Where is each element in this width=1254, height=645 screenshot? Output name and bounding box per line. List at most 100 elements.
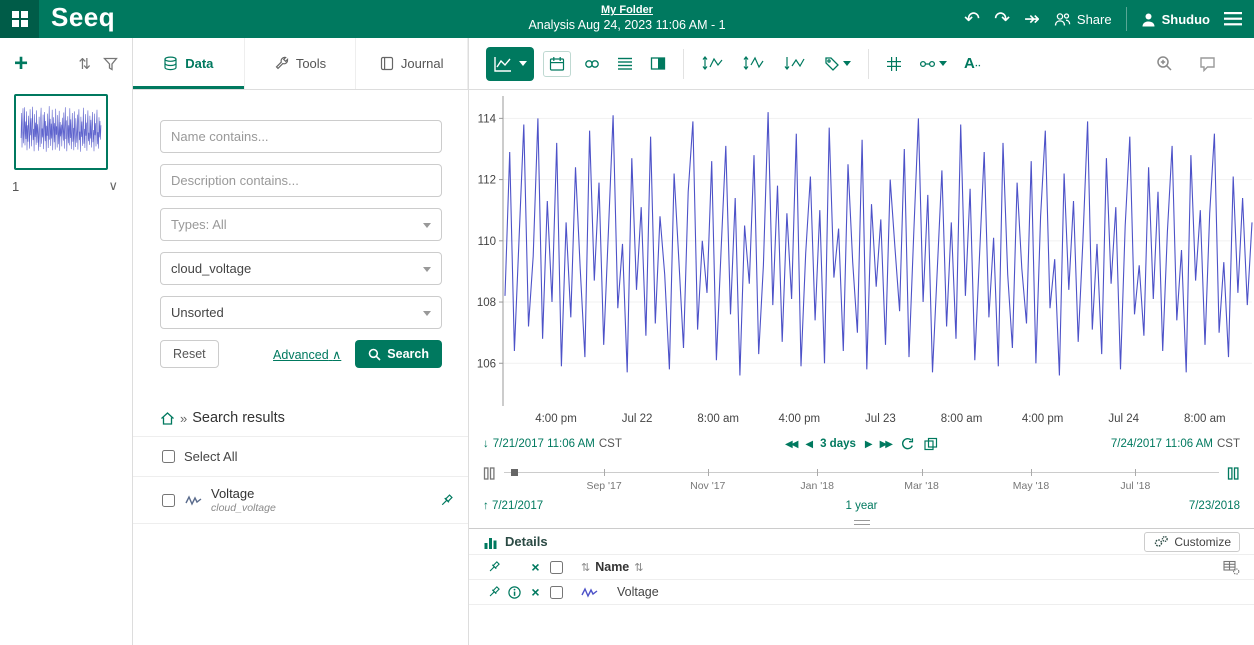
step-back-fast-button[interactable]: ◀◀ — [785, 439, 796, 450]
forward-history-icon[interactable]: ↠ — [1024, 10, 1040, 29]
one-axis-icon — [742, 55, 766, 72]
redo-icon[interactable]: ↷ — [994, 10, 1010, 29]
svg-text:106: 106 — [477, 358, 496, 370]
home-icon[interactable] — [160, 411, 175, 425]
compare-view-button[interactable] — [646, 52, 670, 75]
result-checkbox[interactable] — [162, 494, 175, 507]
timeline-start[interactable]: ↑ 7/21/2017 — [483, 500, 543, 512]
gridlines-button[interactable] — [882, 52, 906, 76]
user-menu[interactable]: Shuduo — [1141, 12, 1210, 27]
details-table-row[interactable]: × Voltage — [469, 580, 1254, 605]
panel-tabs: Data Tools Journal — [133, 38, 468, 90]
customize-button[interactable]: Customize — [1144, 532, 1240, 552]
share-button[interactable]: Share — [1054, 12, 1112, 27]
breadcrumb-my-folder[interactable]: My Folder — [601, 4, 653, 18]
result-subtitle: cloud_voltage — [211, 502, 276, 515]
timeline-current-range-marker[interactable] — [511, 469, 518, 476]
search-button[interactable]: Search — [355, 340, 442, 368]
capsule-tag-button[interactable] — [820, 52, 855, 76]
down-arrow-icon: ↓ — [483, 438, 489, 450]
tab-journal[interactable]: Journal — [356, 38, 468, 89]
chevron-down-icon — [423, 311, 431, 316]
row-checkbox[interactable] — [550, 586, 563, 599]
item-info-button[interactable] — [504, 586, 525, 599]
database-icon — [163, 56, 178, 71]
topbar-divider — [1126, 7, 1127, 31]
signal-icon — [581, 586, 598, 599]
dimming-button[interactable] — [915, 52, 951, 76]
remove-item-button[interactable]: × — [525, 584, 546, 600]
select-all-checkbox[interactable] — [162, 450, 175, 463]
tab-tools[interactable]: Tools — [245, 38, 357, 89]
name-column-header[interactable]: Name — [595, 560, 629, 574]
column-settings-button[interactable] — [1223, 560, 1240, 575]
filter-funnel-icon[interactable] — [103, 57, 118, 71]
sort-icon[interactable]: ⇅ — [634, 561, 643, 574]
reset-button[interactable]: Reset — [160, 340, 219, 368]
details-select-all-checkbox[interactable] — [550, 561, 563, 574]
range-end[interactable]: 7/24/2017 11:06 AM CST — [1111, 438, 1240, 450]
labels-button[interactable]: A‥ — [960, 51, 986, 76]
pin-icon[interactable] — [439, 493, 454, 508]
step-forward-button[interactable]: ▶ — [865, 439, 871, 450]
app-launcher-grid-icon[interactable] — [0, 0, 39, 38]
range-duration[interactable]: 3 days — [820, 438, 856, 450]
tab-tools-label: Tools — [296, 56, 326, 71]
annotate-button[interactable] — [1199, 56, 1216, 72]
advanced-link[interactable]: Advanced ∧ — [273, 347, 341, 362]
timeline-left-handle[interactable] — [483, 466, 496, 481]
hamburger-menu-icon[interactable] — [1224, 12, 1242, 26]
timeline-track[interactable]: Sep '17Nov '17Jan '18Mar '18May '18Jul '… — [504, 466, 1219, 480]
sort-icon[interactable]: ⇅ — [581, 561, 590, 574]
display-range-calendar-button[interactable] — [543, 51, 571, 77]
panel-resize-handle[interactable] — [469, 516, 1254, 528]
autoscale-button[interactable] — [779, 51, 811, 76]
remove-all-button[interactable]: × — [525, 559, 546, 575]
seeq-logo: Seeq — [39, 2, 129, 37]
timeline-duration[interactable]: 1 year — [846, 500, 878, 512]
undo-icon[interactable]: ↶ — [964, 10, 980, 29]
sort-select[interactable]: Unsorted — [160, 296, 442, 329]
chain-view-button[interactable] — [580, 52, 604, 76]
timeline-end-date[interactable]: 7/23/2018 — [1189, 500, 1240, 512]
datasource-select-value: cloud_voltage — [171, 261, 251, 276]
pin-icon[interactable] — [483, 585, 504, 599]
zoom-button[interactable] — [1156, 55, 1173, 72]
user-name: Shuduo — [1162, 12, 1210, 27]
step-forward-fast-button[interactable]: ▶▶ — [880, 439, 891, 450]
description-contains-input[interactable] — [160, 164, 442, 197]
sort-worksheets-icon[interactable]: ⇅ — [78, 55, 91, 73]
signal-icon — [185, 494, 202, 507]
trend-view-button[interactable] — [486, 47, 534, 81]
svg-text:Jul 24: Jul 24 — [1108, 413, 1139, 425]
name-contains-input[interactable] — [160, 120, 442, 153]
new-worksheet-button[interactable]: + — [14, 52, 28, 76]
range-end-tz: CST — [1217, 438, 1240, 450]
samples-table-button[interactable] — [613, 52, 637, 75]
worksheet-collapse-chevron-icon[interactable]: ∨ — [108, 178, 118, 194]
tab-data[interactable]: Data — [133, 38, 245, 89]
pin-column-icon[interactable] — [483, 560, 504, 574]
chevron-down-icon — [939, 61, 947, 66]
step-back-button[interactable]: ◀ — [805, 439, 811, 450]
range-start-date: 7/21/2017 11:06 AM — [493, 438, 595, 450]
one-lane-button[interactable] — [697, 51, 729, 76]
svg-text:108: 108 — [477, 297, 496, 309]
details-table-header: × ⇅ Name ⇅ — [469, 555, 1254, 580]
types-select-value: Types: All — [171, 217, 227, 232]
tag-icon — [824, 56, 840, 72]
range-start[interactable]: ↓ 7/21/2017 11:06 AM CST — [483, 438, 622, 450]
customize-label: Customize — [1174, 535, 1231, 549]
duplicate-range-button[interactable] — [923, 437, 938, 451]
worksheet-thumbnail[interactable] — [14, 94, 108, 170]
timeline-right-handle[interactable] — [1227, 466, 1240, 481]
chain-link-icon — [584, 56, 600, 72]
trend-chart[interactable]: 1141121101081064:00 pmJul 228:00 am4:00 … — [469, 90, 1254, 430]
details-title: Details — [505, 534, 548, 549]
datasource-select[interactable]: cloud_voltage — [160, 252, 442, 285]
types-select[interactable]: Types: All — [160, 208, 442, 241]
one-yaxis-button[interactable] — [738, 51, 770, 76]
timeline-tick — [604, 469, 605, 476]
refresh-button[interactable] — [900, 437, 914, 451]
search-result-row[interactable]: Voltage cloud_voltage — [133, 477, 468, 524]
